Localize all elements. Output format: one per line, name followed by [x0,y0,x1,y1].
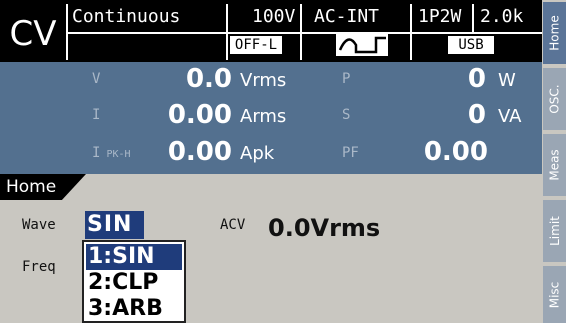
softkey-osc[interactable]: OSC. [543,68,566,130]
wave-option-clp[interactable]: 2:CLP [86,270,182,296]
power-value: 0 [467,64,486,94]
mode-indicator: CV [9,14,57,54]
apparent-power-label: S [342,107,351,123]
acv-value[interactable]: 0.0Vrms [268,213,380,243]
output-mode: Continuous [72,6,181,27]
current-unit: Arms [240,106,287,127]
wiring-mode: 1P2W [418,6,462,27]
apparent-power-value: 0 [467,100,486,130]
power-unit: W [498,70,516,91]
limit-badge: OFF-L [230,36,282,54]
softkey-meas[interactable]: Meas [543,134,566,196]
signal-source: AC-INT [314,6,380,27]
voltage-label: V [92,71,101,87]
peak-current-label: I PK-H [92,145,131,161]
current-label: I [92,107,101,123]
peak-current-value: 0.00 [167,137,232,167]
softkey-column: Home OSC. Meas Limit Misc [542,0,566,323]
acv-label: ACV [220,217,246,233]
current-range: 2.0k [480,6,524,27]
power-factor-label: PF [342,145,359,161]
voltage-range: 100V [252,6,296,27]
usb-badge: USB [448,36,494,54]
softkey-limit[interactable]: Limit [543,200,566,262]
voltage-unit: Vrms [240,70,287,91]
wave-option-arb[interactable]: 3:ARB [86,296,182,322]
wave-label: Wave [22,217,56,233]
wave-dropdown: 1:SIN 2:CLP 3:ARB [82,240,186,323]
wave-option-sin[interactable]: 1:SIN [86,244,182,270]
apparent-power-unit: VA [498,106,522,127]
voltage-value: 0.0 [185,64,232,94]
power-factor-value: 0.00 [423,137,488,167]
current-value: 0.00 [167,100,232,130]
freq-label: Freq [22,259,56,275]
softkey-home[interactable]: Home [543,2,566,64]
wave-select[interactable]: SIN [85,211,144,239]
peak-current-unit: Apk [240,143,275,164]
divider [472,4,474,32]
page-title: Home [6,177,57,197]
power-label: P [342,71,351,87]
divider [66,32,542,34]
softkey-misc[interactable]: Misc [543,266,566,323]
sine-square-wave-icon [336,34,388,56]
